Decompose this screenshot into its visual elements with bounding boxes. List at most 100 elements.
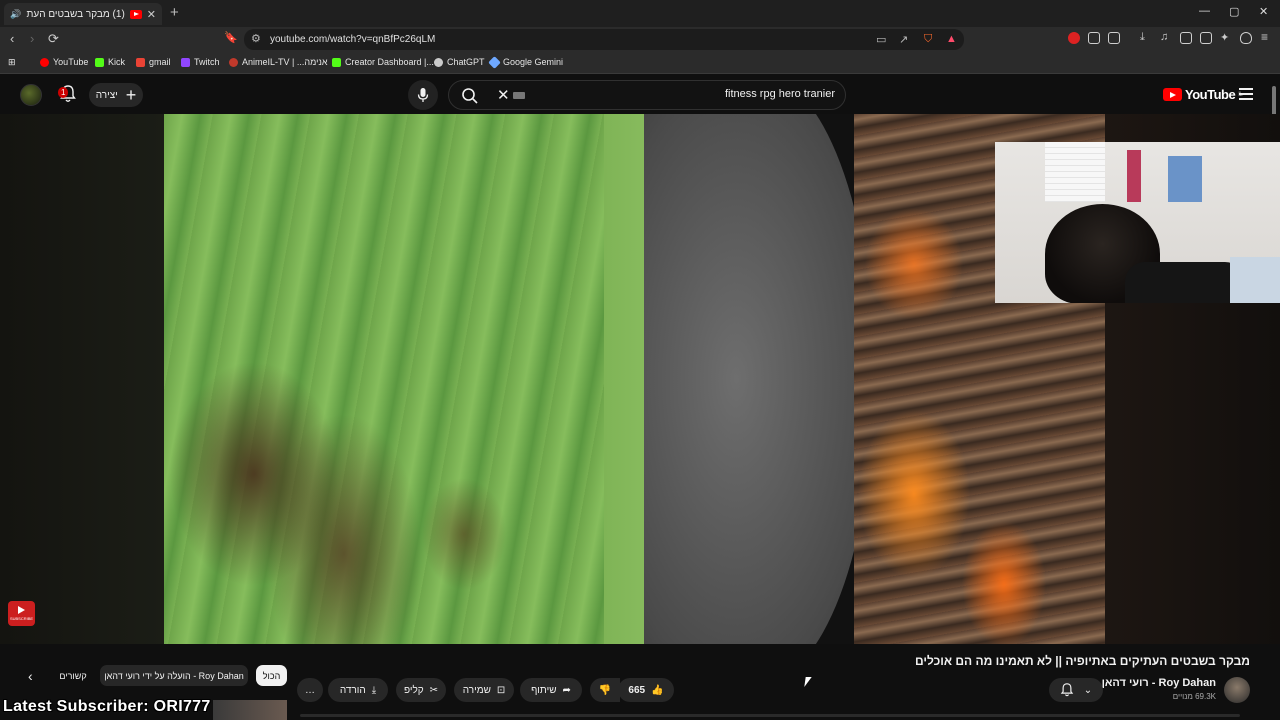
dislike-icon: 👎	[598, 684, 612, 696]
download-icon[interactable]: ⤓	[1140, 31, 1152, 43]
like-icon[interactable]: 👍	[651, 685, 663, 696]
bookmark-kick[interactable]: Kick	[95, 57, 125, 67]
share-button[interactable]: שיתוף ➦	[520, 678, 582, 702]
new-tab-button[interactable]: +	[170, 4, 179, 21]
download-button[interactable]: הורדה ⤓	[328, 678, 388, 702]
search-input[interactable]: fitness rpg hero tranier	[725, 88, 835, 100]
webcam-window-shade	[1045, 142, 1105, 202]
gemini-icon	[488, 55, 501, 69]
chip-related[interactable]: קשורים	[52, 665, 94, 686]
youtube-icon	[40, 57, 49, 67]
play-icon	[18, 606, 25, 614]
subscribe-overlay-badge: SUBSCRIBE	[8, 601, 35, 626]
brave-shield-icon[interactable]: ⛉	[924, 33, 932, 46]
extension-puzzle-icon[interactable]	[1088, 32, 1100, 44]
browser-tab-active[interactable]: 🔊 (1) מבקר בשבטים העתיקים ב ✕	[4, 3, 162, 25]
more-actions-button[interactable]: …	[297, 678, 323, 702]
clip-button[interactable]: קליפ ✂	[396, 678, 446, 702]
sidebar-icon[interactable]	[1180, 32, 1192, 44]
voice-search-button[interactable]	[408, 80, 438, 110]
webcam-poster	[1127, 150, 1141, 202]
forward-icon[interactable]: ›	[30, 31, 34, 46]
more-horizontal-icon: …	[305, 684, 315, 696]
guide-menu-icon[interactable]	[1239, 88, 1253, 100]
cast-icon[interactable]: ▭	[876, 33, 886, 46]
dislike-button[interactable]: 👎	[590, 678, 620, 702]
music-icon[interactable]: ♫	[1160, 31, 1172, 43]
chip-all[interactable]: הכול	[256, 665, 287, 686]
video-backdrop-left	[0, 114, 164, 644]
chevron-left-icon[interactable]: ‹	[28, 668, 33, 684]
channel-name[interactable]: Roy Dahan - רועי דהאן	[1102, 677, 1216, 689]
like-count[interactable]: 665	[628, 685, 645, 696]
create-button[interactable]: יצירה +	[89, 83, 143, 107]
ai-assistant-icon[interactable]: ✦	[1220, 31, 1232, 44]
create-label: יצירה	[95, 89, 118, 101]
extension-screenshot-icon[interactable]	[1108, 32, 1120, 44]
tab-close-icon[interactable]: ✕	[147, 8, 156, 21]
site-settings-icon[interactable]: ⚙	[251, 32, 261, 45]
apps-grid-icon[interactable]: ⊞	[8, 57, 16, 68]
youtube-logo-text: YouTube	[1185, 87, 1236, 102]
minimize-button[interactable]: —	[1199, 5, 1210, 17]
youtube-logo[interactable]: YouTube IL	[1163, 87, 1243, 102]
video-player[interactable]	[164, 114, 1105, 644]
save-button[interactable]: שמירה ⊡	[454, 678, 514, 702]
video-frame-griddle	[644, 114, 874, 644]
scissors-icon: ✂	[429, 684, 439, 696]
plus-icon: +	[125, 85, 137, 105]
video-title: מבקר בשבטים העתיקים באתיופיה || לא תאמינ…	[914, 654, 1250, 668]
recommended-thumbnail[interactable]	[213, 700, 287, 720]
page-divider	[300, 714, 1240, 717]
bookmark-gemini[interactable]: Google Gemini	[488, 55, 563, 69]
twitch-icon	[181, 57, 190, 67]
webcam-poster	[1168, 156, 1202, 202]
back-icon[interactable]: ‹	[10, 31, 14, 46]
bookmark-chatgpt[interactable]: ChatGPT	[434, 57, 485, 67]
address-bar[interactable]: ⚙ youtube.com/watch?v=qnBfPc26qLM ▭ ↗ ⛉ …	[244, 29, 964, 50]
clear-search-icon[interactable]: ✕	[497, 86, 510, 104]
bookmark-gmail[interactable]: gmail	[136, 57, 171, 67]
subscribed-button[interactable]: ⌄	[1049, 678, 1103, 702]
subscriber-count: 69.3K מנויים	[1172, 692, 1216, 701]
extension-record-icon[interactable]	[1068, 32, 1080, 44]
chevron-down-icon: ⌄	[1083, 684, 1093, 696]
search-bar[interactable]: ✕ fitness rpg hero tranier	[448, 80, 846, 110]
bookmark-animeil[interactable]: AnimeIL-TV | ...אנימה	[229, 57, 328, 67]
browser-nav-bar: ‹ › ⟳ 🔖 ⚙ youtube.com/watch?v=qnBfPc26qL…	[0, 27, 1280, 52]
menu-icon[interactable]: ≡	[1261, 30, 1273, 44]
kick-creator-icon	[332, 57, 341, 67]
webcam-person-body	[1125, 262, 1245, 303]
reload-icon[interactable]: ⟳	[48, 31, 59, 47]
bookmark-twitch[interactable]: Twitch	[181, 57, 220, 67]
chip-uploaded-by[interactable]: הועלה על ידי רועי דהאן - Roy Dahan	[100, 665, 248, 686]
webcam-bed	[1230, 257, 1280, 303]
browser-tab-bar: 🔊 (1) מבקר בשבטים העתיקים ב ✕ + — ▢ ✕	[0, 0, 1280, 27]
wallet-icon[interactable]	[1200, 32, 1212, 44]
vpn-shield-icon[interactable]	[1240, 32, 1252, 44]
account-avatar[interactable]	[20, 84, 42, 106]
rewards-icon[interactable]: ▲	[946, 33, 957, 45]
channel-avatar[interactable]	[1224, 677, 1250, 703]
bookmark-icon[interactable]: 🔖	[224, 31, 238, 44]
webcam-overlay	[995, 142, 1280, 303]
url-text[interactable]: youtube.com/watch?v=qnBfPc26qLM	[270, 34, 435, 45]
bookmark-youtube[interactable]: YouTube	[40, 57, 88, 67]
maximize-button[interactable]: ▢	[1229, 5, 1239, 18]
bookmarks-bar: ⊞ YouTube Kick gmail Twitch AnimeIL-TV |…	[0, 52, 1280, 74]
chatgpt-icon	[434, 57, 443, 67]
bookmark-creator-dashboard[interactable]: Creator Dashboard |...	[332, 57, 434, 67]
notifications-bell-icon	[1060, 683, 1074, 697]
youtube-play-icon	[1163, 88, 1182, 101]
youtube-masthead: 1 יצירה + ✕ fitness rpg hero tranier You…	[0, 74, 1280, 114]
share-page-icon[interactable]: ↗	[899, 33, 908, 46]
youtube-favicon-icon	[129, 9, 142, 19]
gmail-icon	[136, 57, 145, 67]
close-window-button[interactable]: ✕	[1259, 5, 1268, 18]
latest-subscriber-overlay: Latest Subscriber: ORI777	[3, 698, 211, 715]
microphone-icon	[417, 88, 429, 102]
speaker-icon[interactable]: 🔊	[10, 9, 21, 20]
tab-title: (1) מבקר בשבטים העתיקים ב	[26, 8, 125, 20]
keyboard-icon[interactable]	[513, 92, 525, 99]
search-icon[interactable]	[461, 87, 479, 105]
